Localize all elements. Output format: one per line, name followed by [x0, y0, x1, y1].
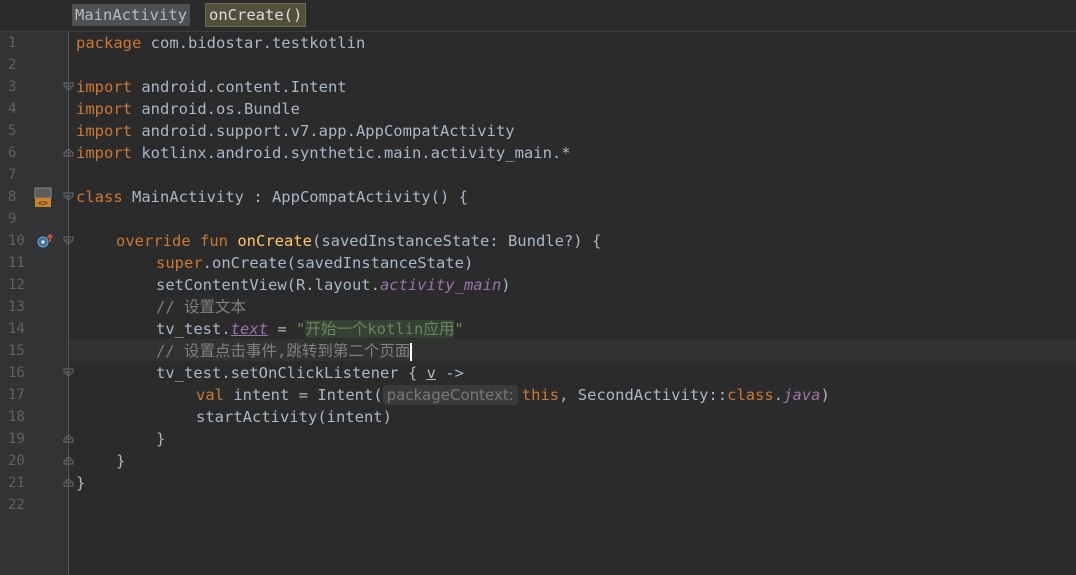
keyword: class: [727, 386, 774, 404]
line-number: 22: [8, 497, 25, 513]
string-literal: 开始一个kotlin应用: [305, 320, 455, 338]
code-text: tv_test.: [156, 320, 231, 338]
function-name: onCreate: [237, 232, 312, 250]
code-line-8: class MainActivity : AppCompatActivity()…: [76, 186, 468, 208]
code-text: ->: [435, 364, 464, 382]
code-text: =: [267, 320, 296, 338]
code-line-13: // 设置文本: [156, 298, 246, 316]
code-line-21: }: [76, 474, 86, 492]
synthetic-property: text: [230, 320, 268, 338]
code-text: MainActivity : AppCompatActivity() {: [122, 188, 468, 206]
code-text: .onCreate(savedInstanceState): [202, 254, 474, 272]
keyword: import: [76, 78, 132, 96]
code-line-1: package com.bidostar.testkotlin: [76, 32, 365, 54]
keyword: import: [76, 100, 132, 118]
code-text: android.os.Bundle: [132, 100, 300, 118]
line-number: 7: [8, 167, 17, 183]
breadcrumb-function[interactable]: onCreate(): [205, 3, 307, 27]
lambda-param: v: [426, 364, 436, 382]
fold-open-icon[interactable]: [63, 191, 74, 202]
code-text: com.bidostar.testkotlin: [141, 34, 366, 52]
keyword: package: [76, 34, 142, 52]
fold-close-icon[interactable]: [63, 433, 74, 444]
keyword: super: [156, 254, 203, 272]
string-quote: ": [454, 320, 464, 338]
breadcrumb-class[interactable]: MainActivity: [72, 4, 190, 26]
code-line-14: tv_test.text = "开始一个kotlin应用": [156, 318, 464, 340]
code-text: android.support.v7.app.AppCompatActivity: [132, 122, 515, 140]
fold-open-icon[interactable]: [63, 367, 74, 378]
fold-close-icon[interactable]: [63, 477, 74, 488]
comment-text: // 设置点击事件,跳转到第二个页面: [156, 342, 411, 360]
keyword: class: [76, 188, 123, 206]
code-text: (savedInstanceState: Bundle?) {: [311, 232, 602, 250]
code-line-20: }: [116, 452, 126, 470]
keyword: import: [76, 122, 132, 140]
code-line-10: override fun onCreate(savedInstanceState…: [116, 230, 601, 252]
code-text: ): [501, 276, 511, 294]
code-text: setContentView(R.layout.: [156, 276, 380, 294]
override-marker-icon[interactable]: [36, 233, 56, 253]
parameter-hint: packageContext:: [382, 385, 518, 405]
line-number: 9: [8, 211, 17, 227]
keyword: override fun: [116, 232, 228, 250]
keyword: val: [196, 386, 224, 404]
code-line-17: val intent = Intent(packageContext: this,…: [196, 384, 830, 406]
fold-close-icon[interactable]: [63, 455, 74, 466]
string-quote: ": [295, 320, 306, 338]
svg-text:<>: <>: [38, 199, 48, 208]
fold-close-icon[interactable]: [63, 147, 74, 158]
resource-name: activity_main: [379, 276, 502, 294]
class-marker-icon[interactable]: <>: [33, 186, 53, 212]
code-line-5: import android.support.v7.app.AppCompatA…: [76, 120, 515, 142]
code-text: tv_test.setOnClickListener {: [156, 364, 427, 382]
text-cursor: [410, 342, 413, 361]
code-line-12: setContentView(R.layout.activity_main): [156, 274, 511, 296]
fold-open-icon[interactable]: [63, 235, 74, 246]
code-line-15: // 设置点击事件,跳转到第二个页面: [156, 340, 413, 362]
line-number: 2: [8, 57, 17, 73]
keyword: this: [521, 386, 560, 404]
code-line-11: super.onCreate(savedInstanceState): [156, 252, 473, 274]
code-line-4: import android.os.Bundle: [76, 98, 300, 120]
code-text: ): [820, 386, 830, 404]
code-line-16: tv_test.setOnClickListener { v ->: [156, 362, 464, 384]
code-text: .: [773, 386, 784, 404]
code-text: kotlinx.android.synthetic.main.activity_…: [132, 144, 571, 162]
code-text: , SecondActivity::: [559, 386, 728, 404]
breadcrumb: MainActivity onCreate(): [0, 0, 1076, 32]
code-line-6: import kotlinx.android.synthetic.main.ac…: [76, 142, 571, 164]
fold-open-icon[interactable]: [63, 81, 74, 92]
code-text: android.content.Intent: [132, 78, 347, 96]
code-text: intent = Intent(: [224, 386, 383, 404]
code-line-19: }: [156, 430, 166, 448]
code-line-18: startActivity(intent): [196, 408, 392, 426]
keyword: import: [76, 144, 132, 162]
property: java: [783, 386, 821, 404]
code-line-3: import android.content.Intent: [76, 76, 347, 98]
